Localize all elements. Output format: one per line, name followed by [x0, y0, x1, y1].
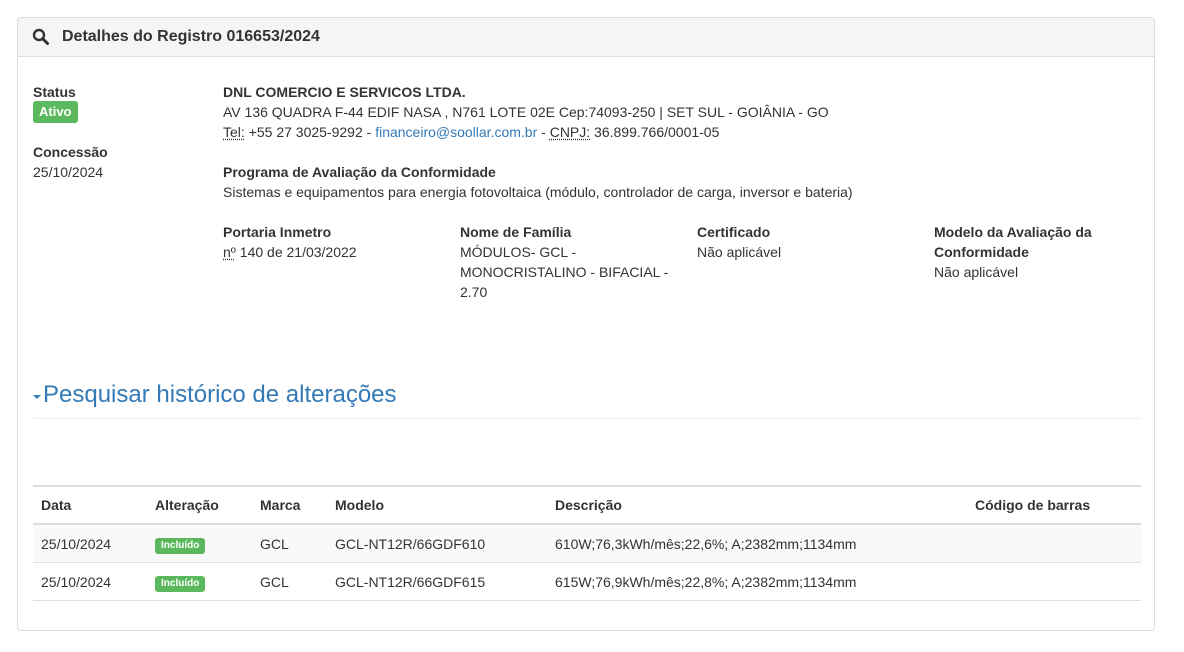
historico-table: Data Alteração Marca Modelo Descrição Có… — [33, 485, 1141, 601]
col-data: Data — [33, 485, 147, 525]
familia-value: MÓDULOS- GCL - MONOCRISTALINO - BIFACIAL… — [460, 244, 669, 300]
numero-abbr: nº — [223, 244, 236, 260]
familia-label: Nome de Família — [460, 224, 572, 240]
concessao-label: Concessão — [33, 144, 108, 160]
cell-alteracao: Incluído — [147, 524, 252, 563]
panel-heading: Detalhes do Registro 016653/2024 — [18, 18, 1154, 57]
company-address: AV 136 QUADRA F-44 EDIF NASA , N761 LOTE… — [223, 104, 829, 120]
table-row: 25/10/2024 Incluído GCL GCL-NT12R/66GDF6… — [33, 524, 1141, 563]
certificado-label: Certificado — [697, 224, 771, 240]
col-alteracao: Alteração — [147, 485, 252, 525]
search-icon — [32, 28, 50, 46]
col-codigo: Código de barras — [967, 485, 1141, 525]
cell-descricao: 615W;76,9kWh/mês;22,8%; A;2382mm;1134mm — [547, 562, 967, 601]
tel-value: +55 27 3025-9292 - — [244, 124, 376, 140]
cell-data: 25/10/2024 — [33, 562, 147, 601]
cell-codigo — [967, 524, 1141, 563]
registro-panel: Detalhes do Registro 016653/2024 Status … — [17, 17, 1155, 631]
caret-down-icon — [33, 395, 41, 399]
historico-link[interactable]: Pesquisar histórico de alterações — [43, 380, 397, 410]
incluido-badge: Incluído — [155, 538, 206, 554]
portaria-value: nº 140 de 21/03/2022 — [223, 244, 357, 260]
cnpj-value: 36.899.766/0001-05 — [590, 124, 720, 140]
table-header-row: Data Alteração Marca Modelo Descrição Có… — [33, 485, 1141, 525]
familia-block: Nome de Família MÓDULOS- GCL - MONOCRIST… — [460, 222, 670, 302]
company-name: DNL COMERCIO E SERVICOS LTDA. — [223, 84, 466, 100]
cell-modelo: GCL-NT12R/66GDF615 — [327, 562, 547, 601]
cell-marca: GCL — [252, 562, 327, 601]
certificado-block: Certificado Não aplicável — [697, 222, 917, 262]
panel-body: Status Ativo Concessão 25/10/2024 DNL CO… — [18, 57, 1154, 630]
status-badge: Ativo — [33, 101, 78, 123]
table-row: 25/10/2024 Incluído GCL GCL-NT12R/66GDF6… — [33, 562, 1141, 601]
cell-alteracao: Incluído — [147, 562, 252, 601]
col-modelo: Modelo — [327, 485, 547, 525]
company-contact: Tel: +55 27 3025-9292 - financeiro@sooll… — [223, 122, 719, 142]
divider — [33, 418, 1141, 419]
email-link[interactable]: financeiro@soollar.com.br — [375, 124, 537, 140]
col-marca: Marca — [252, 485, 327, 525]
cell-modelo: GCL-NT12R/66GDF610 — [327, 524, 547, 563]
certificado-value: Não aplicável — [697, 244, 782, 260]
cell-marca: GCL — [252, 524, 327, 563]
portaria-block: Portaria Inmetro nº 140 de 21/03/2022 — [223, 222, 443, 262]
modelo-avaliacao-label: Modelo da Avaliação da Conformidade — [934, 224, 1092, 260]
cnpj-abbr: CNPJ: — [549, 124, 591, 140]
cell-data: 25/10/2024 — [33, 524, 147, 563]
panel-title: Detalhes do Registro 016653/2024 — [62, 28, 320, 45]
status-label: Status — [33, 84, 76, 100]
modelo-avaliacao-block: Modelo da Avaliação da Conformidade Não … — [934, 222, 1134, 282]
programa-value: Sistemas e equipamentos para energia fot… — [223, 184, 853, 200]
portaria-label: Portaria Inmetro — [223, 224, 332, 240]
modelo-avaliacao-value: Não aplicável — [934, 264, 1019, 280]
cell-descricao: 610W;76,3kWh/mês;22,6%; A;2382mm;1134mm — [547, 524, 967, 563]
concessao-value: 25/10/2024 — [33, 164, 104, 180]
tel-abbr: Tel: — [223, 124, 245, 140]
col-descricao: Descrição — [547, 485, 967, 525]
historico-toggle[interactable]: Pesquisar histórico de alterações — [33, 380, 397, 410]
programa-label: Programa de Avaliação da Conformidade — [223, 164, 496, 180]
contact-separator: - — [537, 124, 550, 140]
incluido-badge: Incluído — [155, 576, 206, 592]
cell-codigo — [967, 562, 1141, 601]
